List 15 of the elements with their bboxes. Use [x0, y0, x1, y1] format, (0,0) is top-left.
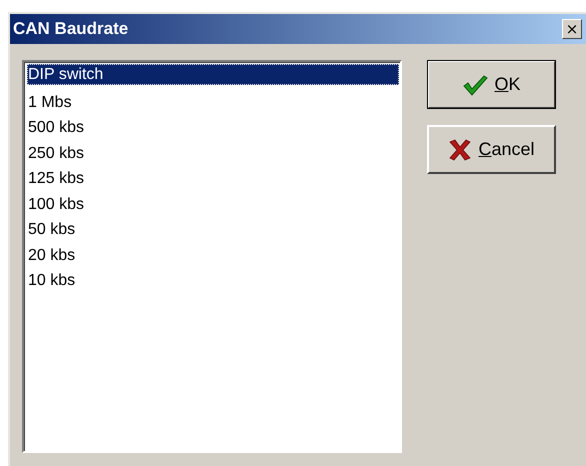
list-item[interactable]: 250 kbs — [27, 140, 399, 166]
list-item[interactable]: 125 kbs — [27, 166, 399, 192]
checkmark-icon — [462, 74, 488, 96]
close-button[interactable]: × — [562, 19, 582, 39]
window-title: CAN Baudrate — [13, 19, 128, 39]
list-item[interactable]: 1 Mbs — [27, 90, 399, 115]
list-item[interactable]: 50 kbs — [27, 217, 399, 242]
cancel-button[interactable]: Cancel — [427, 125, 556, 174]
list-item[interactable]: 20 kbs — [27, 242, 399, 268]
list-item[interactable]: 500 kbs — [27, 115, 399, 140]
list-item[interactable]: DIP switch — [27, 64, 399, 85]
list-item[interactable]: 10 kbs — [27, 268, 399, 294]
ok-button[interactable]: OK — [427, 60, 556, 109]
list-item[interactable]: 100 kbs — [27, 192, 399, 217]
cross-icon — [448, 138, 472, 160]
